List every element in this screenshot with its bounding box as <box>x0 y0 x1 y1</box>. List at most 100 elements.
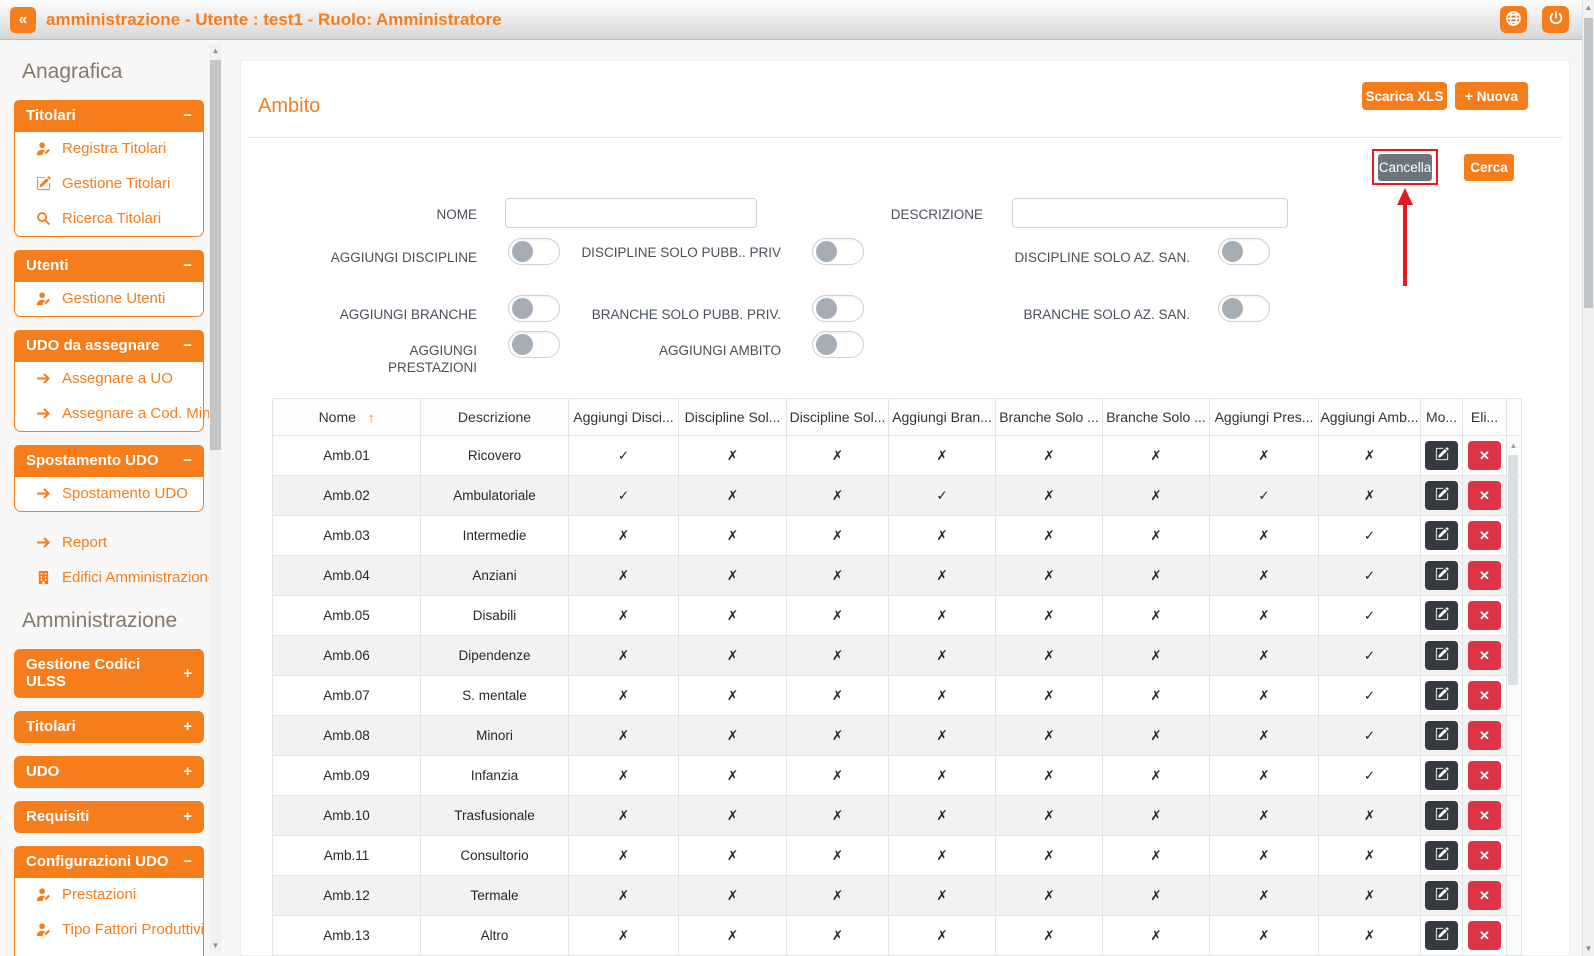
column-header-mo[interactable]: Mo... <box>1421 399 1463 436</box>
scroll-up-icon[interactable]: ▲ <box>1507 441 1520 450</box>
delete-row-button[interactable]: ✕ <box>1468 761 1501 790</box>
language-button[interactable] <box>1500 6 1527 33</box>
edit-row-button[interactable] <box>1425 481 1458 510</box>
column-header-aggiungi-pres[interactable]: Aggiungi Pres... <box>1210 399 1319 436</box>
edit-row-button[interactable] <box>1425 841 1458 870</box>
discipline-solo-pubb-priv-toggle[interactable] <box>812 238 864 265</box>
delete-row-button[interactable]: ✕ <box>1468 801 1501 830</box>
delete-row-button[interactable]: ✕ <box>1468 441 1501 470</box>
sidebar-panel-header-spostamento-udo[interactable]: Spostamento UDO− <box>14 445 204 477</box>
sidebar-item-edifici-amministrazione[interactable]: Edifici Amministrazione <box>14 560 204 595</box>
cell-flag: ✗ <box>569 876 679 916</box>
delete-row-button[interactable]: ✕ <box>1468 921 1501 950</box>
discipline-solo-az-san-toggle[interactable] <box>1218 238 1270 265</box>
delete-row-button[interactable]: ✕ <box>1468 681 1501 710</box>
edit-row-button[interactable] <box>1425 441 1458 470</box>
delete-row-button[interactable]: ✕ <box>1468 841 1501 870</box>
sidebar-item-assegnare-a-cod-min[interactable]: Assegnare a Cod. Min. <box>15 396 203 431</box>
column-header-aggiungi-bran[interactable]: Aggiungi Bran... <box>889 399 996 436</box>
sidebar-panel-header-requisiti[interactable]: Requisiti+ <box>14 801 204 833</box>
scroll-up-icon[interactable]: ▲ <box>209 46 222 55</box>
column-header-eli[interactable]: Eli... <box>1463 399 1507 436</box>
delete-row-button[interactable]: ✕ <box>1468 881 1501 910</box>
column-header-descrizione[interactable]: Descrizione <box>421 399 569 436</box>
sidebar-item-prestazioni[interactable]: Prestazioni <box>15 877 203 912</box>
scroll-down-icon[interactable]: ▼ <box>1583 944 1594 953</box>
cross-icon: ✗ <box>832 648 843 663</box>
sidebar-item-raggrup-discipline[interactable]: Raggrup. Discipline <box>15 947 203 956</box>
sidebar-panel-header-udo[interactable]: UDO+ <box>14 756 204 788</box>
cross-icon: ✗ <box>832 688 843 703</box>
delete-icon: ✕ <box>1479 768 1490 783</box>
table-scrollbar[interactable]: ▲ <box>1507 437 1520 956</box>
edit-row-button[interactable] <box>1425 601 1458 630</box>
search-button[interactable]: Cerca <box>1464 154 1514 181</box>
aggiungi-prestazioni-toggle[interactable] <box>508 331 560 358</box>
column-header-label: Aggiungi Bran... <box>892 409 992 425</box>
delete-row-button[interactable]: ✕ <box>1468 721 1501 750</box>
page-scrollbar-thumb[interactable] <box>1584 18 1593 308</box>
column-header-nome[interactable]: Nome↑ <box>273 399 421 436</box>
clear-button[interactable]: Cancella <box>1378 154 1432 181</box>
sidebar-scrollbar-thumb[interactable] <box>210 60 221 450</box>
delete-row-button[interactable]: ✕ <box>1468 561 1501 590</box>
cross-icon: ✗ <box>1258 768 1269 783</box>
aggiungi-discipline-toggle[interactable] <box>508 238 560 265</box>
scroll-up-icon[interactable]: ▲ <box>1583 3 1594 12</box>
edit-row-button[interactable] <box>1425 561 1458 590</box>
sidebar-collapse-button[interactable]: « <box>10 7 36 33</box>
check-icon: ✓ <box>1364 728 1375 743</box>
table-scrollbar-thumb[interactable] <box>1508 455 1518 685</box>
sidebar-item-tipo-fattori-produttivi[interactable]: Tipo Fattori Produttivi <box>15 912 203 947</box>
edit-row-button[interactable] <box>1425 721 1458 750</box>
column-header-branche-solo[interactable]: Branche Solo ... <box>996 399 1103 436</box>
branche-solo-az-san-toggle[interactable] <box>1218 295 1270 322</box>
sidebar-panel-header-udo-da-assegnare[interactable]: UDO da assegnare− <box>14 330 204 362</box>
sidebar-panel-header-gestione-codici-ulss[interactable]: Gestione Codici ULSS+ <box>14 649 204 698</box>
column-header-branche-solo[interactable]: Branche Solo ... <box>1103 399 1210 436</box>
sidebar-panel-header-titolari[interactable]: Titolari− <box>14 100 204 132</box>
edit-row-button[interactable] <box>1425 681 1458 710</box>
column-header-discipline-sol[interactable]: Discipline Sol... <box>679 399 787 436</box>
sidebar-item-ricerca-titolari[interactable]: Ricerca Titolari <box>15 201 203 236</box>
descrizione-input[interactable] <box>1012 198 1288 228</box>
column-header-aggiungi-amb[interactable]: Aggiungi Amb... <box>1319 399 1421 436</box>
sidebar-panel-header-utenti[interactable]: Utenti− <box>14 250 204 282</box>
column-header-discipline-sol[interactable]: Discipline Sol... <box>787 399 889 436</box>
column-header-aggiungi-disci[interactable]: Aggiungi Disci... <box>569 399 679 436</box>
edit-row-button[interactable] <box>1425 881 1458 910</box>
sidebar-item-label: Prestazioni <box>62 886 136 903</box>
sidebar-item-registra-titolari[interactable]: Registra Titolari <box>15 131 203 166</box>
table-row-amb-05: Amb.05Disabili✗✗✗✗✗✗✗✓✕ <box>273 596 1522 636</box>
new-button[interactable]: + Nuova <box>1455 82 1528 110</box>
aggiungi-ambito-toggle[interactable] <box>812 331 864 358</box>
page-scrollbar[interactable]: ▲ ▼ <box>1582 0 1594 956</box>
edit-row-button[interactable] <box>1425 761 1458 790</box>
edit-row-button[interactable] <box>1425 641 1458 670</box>
aggiungi-branche-toggle[interactable] <box>508 295 560 322</box>
cross-icon: ✗ <box>1150 448 1161 463</box>
edit-row-button[interactable] <box>1425 801 1458 830</box>
delete-row-button[interactable]: ✕ <box>1468 521 1501 550</box>
edit-row-button[interactable] <box>1425 521 1458 550</box>
delete-row-button[interactable]: ✕ <box>1468 601 1501 630</box>
sidebar-item-gestione-utenti[interactable]: Gestione Utenti <box>15 281 203 316</box>
sidebar-panel-header-titolari[interactable]: Titolari+ <box>14 711 204 743</box>
download-xls-button[interactable]: Scarica XLS <box>1362 82 1447 110</box>
sidebar-item-spostamento-udo[interactable]: Spostamento UDO <box>15 476 203 511</box>
delete-row-button[interactable]: ✕ <box>1468 641 1501 670</box>
cross-icon: ✗ <box>832 568 843 583</box>
sidebar-item-gestione-titolari[interactable]: Gestione Titolari <box>15 166 203 201</box>
branche-solo-pubb-priv-toggle[interactable] <box>812 295 864 322</box>
delete-row-button[interactable]: ✕ <box>1468 481 1501 510</box>
sidebar-panel-header-configurazioni-udo[interactable]: Configurazioni UDO− <box>14 846 204 878</box>
logout-button[interactable] <box>1542 6 1569 33</box>
edit-row-button[interactable] <box>1425 921 1458 950</box>
scroll-down-icon[interactable]: ▼ <box>209 941 222 950</box>
check-icon: ✓ <box>618 488 629 503</box>
sidebar-item-assegnare-a-uo[interactable]: Assegnare a UO <box>15 361 203 396</box>
nome-input[interactable] <box>505 198 757 228</box>
sidebar-item-report[interactable]: Report <box>14 525 204 560</box>
sidebar-scrollbar[interactable]: ▲ ▼ <box>209 44 222 952</box>
annotation-arrow <box>1397 188 1413 205</box>
